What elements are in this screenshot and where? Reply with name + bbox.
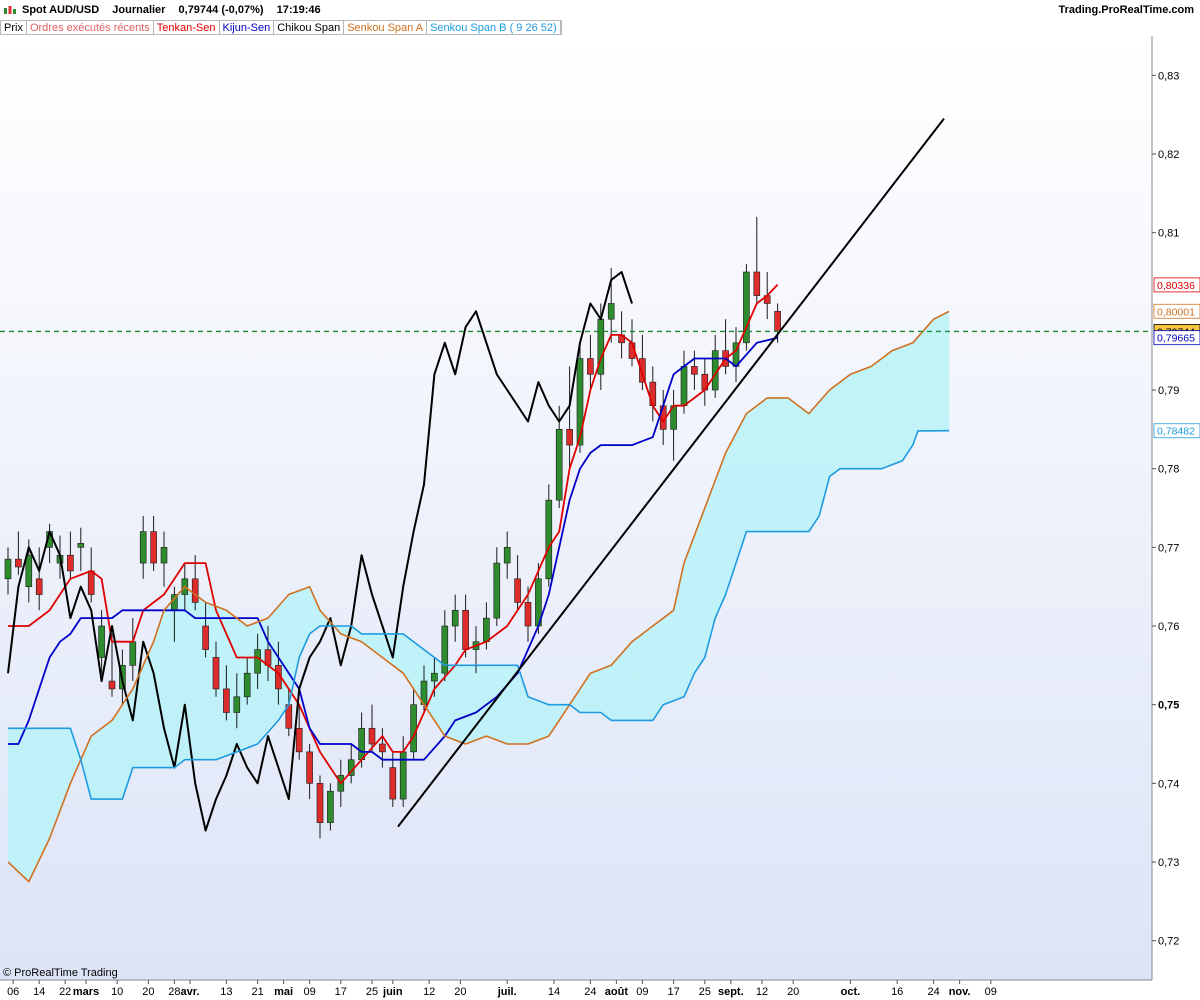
x-tick-label: 12 bbox=[423, 986, 435, 998]
price-label: 0,80001 bbox=[1157, 306, 1195, 318]
candle bbox=[87, 570, 95, 595]
candle bbox=[191, 578, 199, 603]
candle bbox=[691, 366, 698, 375]
y-tick-label: 0,73 bbox=[1158, 857, 1179, 869]
candle bbox=[223, 688, 230, 713]
candle bbox=[566, 429, 573, 446]
x-tick-label: sept. bbox=[718, 986, 744, 998]
y-tick-label: 0,81 bbox=[1158, 228, 1179, 240]
candle bbox=[524, 602, 532, 627]
x-tick-label: 24 bbox=[584, 986, 596, 998]
x-tick-label: août bbox=[605, 986, 629, 998]
candle bbox=[35, 578, 43, 595]
candle bbox=[451, 609, 459, 627]
x-tick-label: mai bbox=[274, 986, 293, 998]
chart-area[interactable]: 0,83 0,82 0,81 0,79 0,78 0,77 0,76 0,75 0,74 0,73… bbox=[0, 0, 1200, 1000]
candle bbox=[316, 783, 324, 823]
candle bbox=[108, 680, 116, 690]
candle bbox=[295, 727, 303, 753]
candle bbox=[587, 358, 594, 375]
y-tick-label: 0,76 bbox=[1158, 621, 1179, 633]
candle bbox=[514, 578, 521, 603]
x-tick-label: 24 bbox=[927, 986, 939, 998]
plot-background bbox=[0, 36, 1152, 980]
x-tick-label: 14 bbox=[33, 986, 45, 998]
x-tick-label: 12 bbox=[756, 986, 768, 998]
candle bbox=[576, 358, 584, 446]
x-tick-label: 14 bbox=[548, 986, 560, 998]
copyright-label: © ProRealTime Trading bbox=[3, 967, 118, 979]
x-tick-label: 25 bbox=[366, 986, 378, 998]
x-tick-label: juil. bbox=[497, 986, 517, 998]
candle bbox=[503, 547, 511, 564]
candle bbox=[431, 672, 438, 682]
candle bbox=[753, 271, 761, 296]
y-tick-label: 0,75 bbox=[1158, 700, 1179, 712]
candle bbox=[358, 727, 365, 761]
x-tick-label: 09 bbox=[303, 986, 315, 998]
x-tick-label: nov. bbox=[949, 986, 971, 998]
y-tick-label: 0,78 bbox=[1158, 464, 1179, 476]
candle bbox=[607, 303, 615, 320]
candle bbox=[327, 790, 334, 823]
y-tick-label: 0,77 bbox=[1158, 542, 1179, 554]
x-tick-label: avr. bbox=[181, 986, 200, 998]
x-tick-label: mars bbox=[73, 986, 99, 998]
price-label: 0,79665 bbox=[1157, 333, 1195, 345]
candle bbox=[212, 657, 220, 690]
candle bbox=[139, 531, 147, 564]
y-tick-label: 0,83 bbox=[1158, 70, 1179, 82]
candle bbox=[555, 429, 563, 501]
y-tick-label: 0,79 bbox=[1158, 385, 1179, 397]
candle bbox=[306, 751, 313, 784]
x-tick-label: 09 bbox=[985, 986, 997, 998]
candle bbox=[150, 531, 157, 564]
x-tick-label: 21 bbox=[251, 986, 263, 998]
x-tick-label: 20 bbox=[787, 986, 799, 998]
x-tick-label: 22 bbox=[59, 986, 71, 998]
candle bbox=[462, 609, 469, 650]
candle bbox=[98, 625, 105, 658]
candle bbox=[243, 672, 251, 698]
x-tick-label: oct. bbox=[841, 986, 861, 998]
x-tick-label: 10 bbox=[111, 986, 123, 998]
candle bbox=[129, 641, 137, 666]
x-tick-label: 17 bbox=[667, 986, 679, 998]
y-tick-label: 0,74 bbox=[1158, 778, 1179, 790]
candle bbox=[202, 625, 209, 650]
candle bbox=[680, 366, 688, 407]
candle bbox=[368, 727, 376, 745]
x-tick-label: juin bbox=[382, 986, 403, 998]
candle bbox=[15, 558, 22, 568]
candle bbox=[545, 499, 553, 580]
candle bbox=[77, 543, 85, 548]
x-tick-label: 17 bbox=[335, 986, 347, 998]
price-label: 0,78482 bbox=[1157, 426, 1195, 438]
candle bbox=[160, 547, 168, 564]
candle bbox=[233, 696, 241, 713]
candle bbox=[389, 767, 397, 800]
candle bbox=[67, 554, 74, 572]
x-tick-label: 06 bbox=[7, 986, 19, 998]
x-tick-label: 25 bbox=[699, 986, 711, 998]
candle bbox=[441, 625, 449, 674]
candle bbox=[4, 558, 12, 580]
x-tick-label: 16 bbox=[891, 986, 903, 998]
y-tick-label: 0,72 bbox=[1158, 936, 1179, 948]
candle bbox=[483, 617, 490, 643]
price-label: 0,80336 bbox=[1157, 280, 1195, 292]
candle bbox=[774, 311, 781, 332]
x-tick-label: 13 bbox=[220, 986, 232, 998]
x-tick-label: 20 bbox=[454, 986, 466, 998]
y-tick-label: 0,82 bbox=[1158, 149, 1179, 161]
candle bbox=[379, 743, 386, 753]
x-tick-label: 20 bbox=[142, 986, 154, 998]
x-tick-label: 09 bbox=[636, 986, 648, 998]
candle bbox=[25, 554, 33, 587]
x-tick-label: 28 bbox=[168, 986, 180, 998]
candle bbox=[493, 562, 501, 619]
candle bbox=[254, 649, 261, 674]
candle bbox=[410, 704, 417, 753]
